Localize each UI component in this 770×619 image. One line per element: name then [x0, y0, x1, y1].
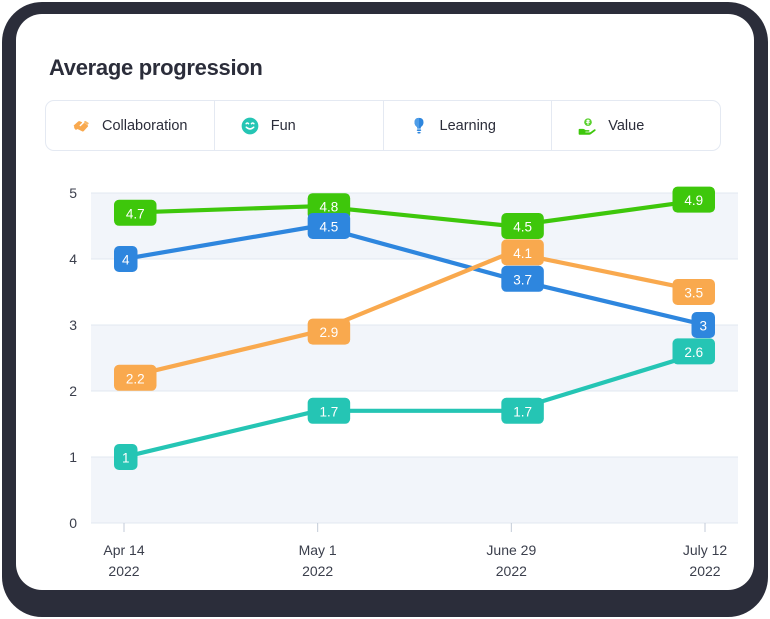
data-label-text: 4.5: [513, 220, 532, 235]
x-axis-tick-label-year: 2022: [496, 563, 527, 579]
data-label-text: 3: [699, 319, 707, 334]
x-axis-tick-label: Apr 14: [103, 542, 144, 558]
x-axis-tick-label: June 29: [486, 542, 536, 558]
data-label-text: 4.9: [684, 193, 703, 208]
data-label-learning-0[interactable]: 4: [114, 246, 138, 272]
y-axis-tick-label: 4: [69, 251, 77, 267]
data-label-fun-0[interactable]: 1: [114, 444, 138, 470]
data-label-text: 4.8: [320, 200, 339, 215]
chart-band-2: [91, 457, 738, 523]
data-label-learning-1[interactable]: 4.5: [307, 213, 351, 239]
data-label-text: 4.7: [126, 206, 145, 221]
data-label-collaboration-0[interactable]: 2.2: [114, 364, 157, 391]
data-label-fun-3[interactable]: 2.6: [672, 338, 716, 365]
data-label-learning-2[interactable]: 3.7: [501, 265, 544, 292]
data-label-fun-2[interactable]: 1.7: [501, 397, 544, 424]
data-label-value-0[interactable]: 4.7: [114, 199, 157, 226]
data-label-text: 4.1: [513, 246, 532, 261]
chart-svg: 0 1 2 3 4 5 Apr 14 2022 May 1 2022 June 29 2022 July…: [69, 185, 738, 579]
chart-band-1: [91, 325, 738, 391]
data-label-text: 4: [122, 253, 130, 268]
data-label-text: 2.2: [126, 371, 145, 386]
data-label-collaboration-2[interactable]: 4.1: [501, 239, 544, 266]
data-label-value-2[interactable]: 4.5: [501, 213, 544, 239]
data-label-fun-1[interactable]: 1.7: [307, 397, 351, 424]
y-axis-tick-label: 3: [69, 317, 77, 333]
data-label-text: 1.7: [320, 404, 339, 419]
x-axis-tick-label: May 1: [299, 542, 337, 558]
y-axis-tick-label: 5: [69, 185, 77, 201]
data-label-text: 2.9: [320, 325, 339, 340]
y-axis-tick-label: 1: [69, 449, 77, 465]
chart-card: Average progression Collaboration Fun Le…: [16, 14, 754, 590]
data-label-text: 3.5: [684, 286, 703, 301]
data-label-text: 4.5: [320, 220, 339, 235]
data-label-text: 2.6: [684, 345, 703, 360]
x-axis-tick-label-year: 2022: [108, 563, 139, 579]
data-label-learning-3[interactable]: 3: [691, 312, 716, 338]
data-label-text: 1: [122, 451, 130, 466]
y-axis-tick-label: 2: [69, 383, 77, 399]
data-label-text: 1.7: [513, 404, 532, 419]
x-axis-tick-label-year: 2022: [689, 563, 720, 579]
x-axis-tick-label-year: 2022: [302, 563, 333, 579]
data-label-value-3[interactable]: 4.9: [672, 186, 716, 213]
data-label-collaboration-3[interactable]: 3.5: [672, 279, 716, 305]
data-label-collaboration-1[interactable]: 2.9: [307, 318, 351, 345]
average-progression-line-chart: 0 1 2 3 4 5 Apr 14 2022 May 1 2022 June 29 2022 July…: [32, 28, 770, 604]
y-axis-tick-label: 0: [69, 515, 77, 531]
x-axis-tick-label: July 12: [683, 542, 728, 558]
data-label-text: 3.7: [513, 272, 532, 287]
